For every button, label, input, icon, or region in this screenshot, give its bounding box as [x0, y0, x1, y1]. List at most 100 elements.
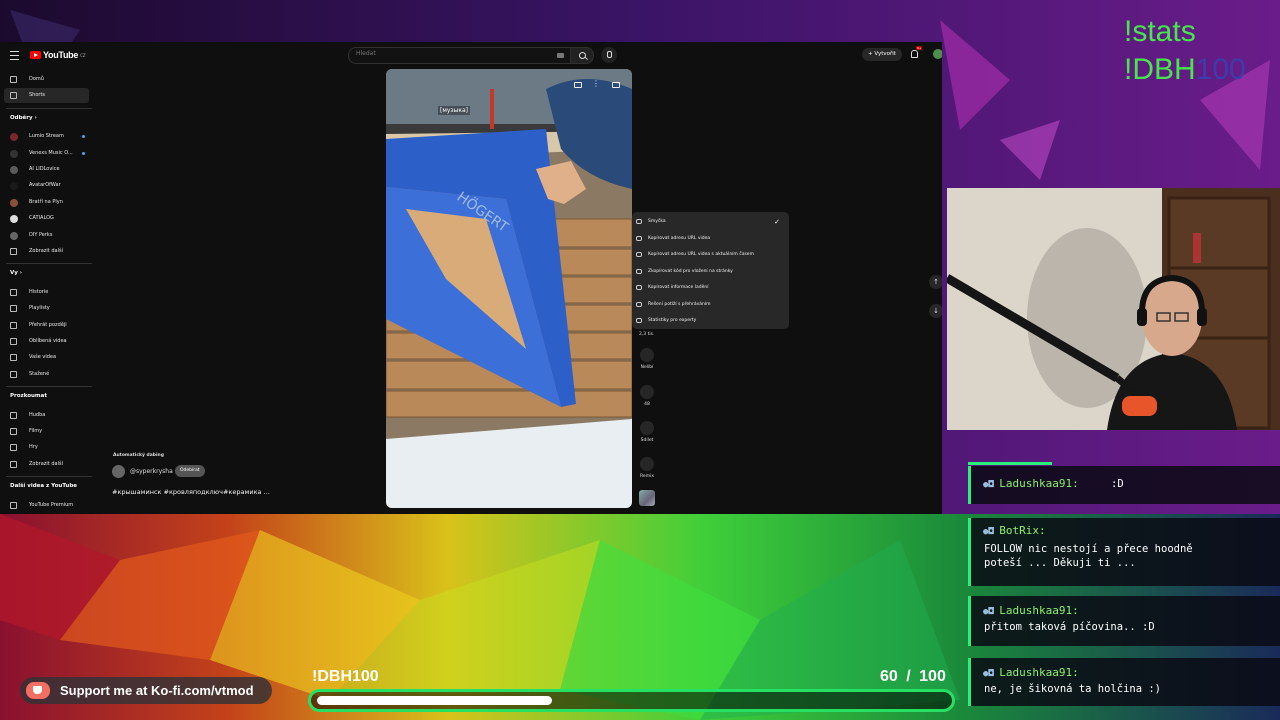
- kofi-text: Support me at Ko-fi.com/vtmod: [60, 683, 254, 698]
- search-input[interactable]: [356, 50, 546, 57]
- captions-icon[interactable]: [574, 82, 582, 88]
- sidebar-item-dom-[interactable]: Domů: [4, 72, 89, 87]
- sidebar-divider: [6, 263, 92, 265]
- sidebar-item-label: AvatarOfWar: [29, 182, 61, 189]
- fullscreen-icon[interactable]: [612, 82, 620, 88]
- new-content-dot: [82, 151, 85, 155]
- youtube-logo[interactable]: YouTube CZ: [30, 50, 86, 60]
- sidebar-item-zobrazit-dal-[interactable]: Zobrazit další: [4, 244, 89, 259]
- share-button[interactable]: Sdílet: [637, 421, 657, 443]
- sidebar-item-label: CATIALOG: [29, 215, 54, 222]
- menu-item-4[interactable]: Zkopírovat kód pro vložení na stránky: [632, 264, 789, 280]
- sidebar-item-label: Stažené: [29, 370, 50, 377]
- like-icon: [10, 338, 17, 345]
- sidebar-item-ai-lidlovice[interactable]: AI LIDLovice: [4, 162, 89, 177]
- sidebar-item-sta-en-[interactable]: Stažené: [4, 367, 89, 382]
- remix-icon: [640, 457, 654, 471]
- sidebar-item-filmy[interactable]: Filmy: [4, 424, 89, 439]
- dbh100-command: !DBH100: [1124, 54, 1246, 86]
- video-hashtags[interactable]: #крышаминск #кровляподключ#керамика ...: [112, 488, 270, 496]
- movie-icon: [10, 428, 17, 435]
- sidebar-item-catialog[interactable]: CATIALOG: [4, 211, 89, 226]
- goal-separator: /: [906, 668, 911, 685]
- sidebar-item-venexs-music-o-[interactable]: Venexs Music O...: [4, 146, 89, 161]
- chat-separator: [968, 462, 1052, 465]
- goal-target: 100: [919, 668, 946, 685]
- search-button[interactable]: [570, 47, 594, 64]
- menu-item-1[interactable]: Smyčka ✓: [632, 214, 789, 230]
- more-from-youtube-header[interactable]: Další videa z YouTube: [10, 483, 77, 489]
- goal-progress-bar: [308, 689, 955, 712]
- sidebar-item-zobrazit-dal-[interactable]: Zobrazit další: [4, 457, 89, 472]
- notifications-bell-icon[interactable]: 9+: [911, 46, 923, 58]
- menu-item-7[interactable]: Statistiky pro experty: [632, 313, 789, 329]
- next-short-button[interactable]: ↓: [929, 304, 942, 318]
- sidebar-item-va-e-videa[interactable]: Vaše videa: [4, 350, 89, 365]
- menu-icon[interactable]: [10, 51, 19, 60]
- sidebar-item-hry[interactable]: Hry: [4, 440, 89, 455]
- sidebar: Domů Shorts Odběry › Lumio Stream Venexs Mus…: [0, 68, 96, 514]
- voice-search-button[interactable]: [601, 47, 617, 63]
- menu-item-2[interactable]: Kopírovat adresu URL videa: [632, 231, 789, 247]
- menu-item-6[interactable]: Řešení potíží s přehráváním: [632, 297, 789, 313]
- webcam-feed: [947, 188, 1280, 430]
- previous-short-button[interactable]: ↑: [929, 275, 942, 289]
- sidebar-item-label: Bratři na Plyn: [29, 198, 63, 205]
- sound-thumbnail[interactable]: [639, 490, 655, 506]
- sidebar-item-hudba[interactable]: Hudba: [4, 408, 89, 423]
- goal-label: !DBH100: [312, 668, 379, 685]
- menu-item-label: Řešení potíží s přehráváním: [648, 301, 711, 307]
- sidebar-item-label: Zobrazit další: [29, 248, 63, 254]
- sidebar-item-p-ehr-t-pozd-ji[interactable]: Přehrát později: [4, 318, 89, 333]
- subscriptions-header[interactable]: Odběry ›: [10, 115, 37, 121]
- channel-avatar-icon: [10, 198, 18, 207]
- bug-icon: [636, 285, 642, 290]
- subscribe-button[interactable]: Odebírat: [175, 465, 205, 477]
- sidebar-item-avatarofwar[interactable]: AvatarOfWar: [4, 178, 89, 193]
- sidebar-item-historie[interactable]: Historie: [4, 285, 89, 300]
- checkmark-icon: ✓: [774, 218, 780, 226]
- sidebar-item-diy-perks[interactable]: DIY Perks: [4, 228, 89, 243]
- dislike-button[interactable]: Nelíbí: [637, 348, 657, 370]
- search-box[interactable]: [348, 47, 572, 64]
- info-icon: [636, 318, 642, 323]
- kofi-banner: Support me at Ko-fi.com/vtmod: [20, 677, 272, 704]
- share-icon: [640, 421, 654, 435]
- channel-avatar[interactable]: [112, 465, 125, 478]
- create-button[interactable]: + Vytvořit: [862, 48, 902, 61]
- watch-later-icon: [10, 321, 17, 329]
- menu-item-label: Kopírovat adresu URL videa: [648, 235, 711, 241]
- you-header[interactable]: Vy ›: [10, 270, 22, 276]
- youtube-play-icon: [30, 51, 41, 59]
- chat-username: Ladushkaa91:: [999, 604, 1079, 617]
- channel-name[interactable]: @syperkrysha: [130, 468, 173, 475]
- sidebar-item-youtube-premium[interactable]: YouTube Premium: [4, 498, 89, 513]
- comments-button[interactable]: 48: [637, 385, 657, 407]
- menu-item-3[interactable]: Kopírovat adresu URL videa s aktuálním č…: [632, 247, 789, 263]
- more-options-icon[interactable]: ⋮: [592, 80, 600, 88]
- embed-icon: [636, 268, 642, 274]
- your-videos-icon: [10, 354, 17, 362]
- sidebar-item-label: Domů: [29, 76, 44, 82]
- channel-avatar-icon: [10, 231, 18, 240]
- chat-username-row: ●◘ Ladushkaa91:: [983, 604, 1079, 617]
- dislike-icon: [640, 348, 654, 362]
- sidebar-item-shorts[interactable]: Shorts: [4, 88, 89, 104]
- menu-item-5[interactable]: Kopírovat informace ladění: [632, 280, 789, 296]
- sidebar-item-brat-i-na-plyn[interactable]: Bratři na Plyn: [4, 195, 89, 210]
- chat-badges-icon: ●◘: [983, 480, 1000, 490]
- shorts-video-player[interactable]: HÖGERT [музыка] ⋮: [386, 69, 632, 508]
- menu-item-label: Statistiky pro experty: [648, 318, 697, 323]
- notification-count: 9+: [916, 46, 923, 50]
- account-avatar[interactable]: [933, 49, 942, 59]
- sidebar-item-obl-ben-videa[interactable]: Oblíbená videa: [4, 334, 89, 349]
- sidebar-item-playlisty[interactable]: Playlisty: [4, 301, 89, 316]
- channel-avatar-icon: [10, 215, 18, 224]
- keyboard-icon[interactable]: [557, 53, 564, 58]
- sidebar-item-lumio-stream[interactable]: Lumio Stream: [4, 129, 89, 144]
- sidebar-divider: [6, 476, 92, 478]
- channel-avatar-icon: [10, 166, 18, 174]
- remix-button[interactable]: Remix: [637, 457, 657, 479]
- explore-header[interactable]: Prozkoumat: [10, 393, 47, 399]
- sidebar-divider: [6, 386, 92, 388]
